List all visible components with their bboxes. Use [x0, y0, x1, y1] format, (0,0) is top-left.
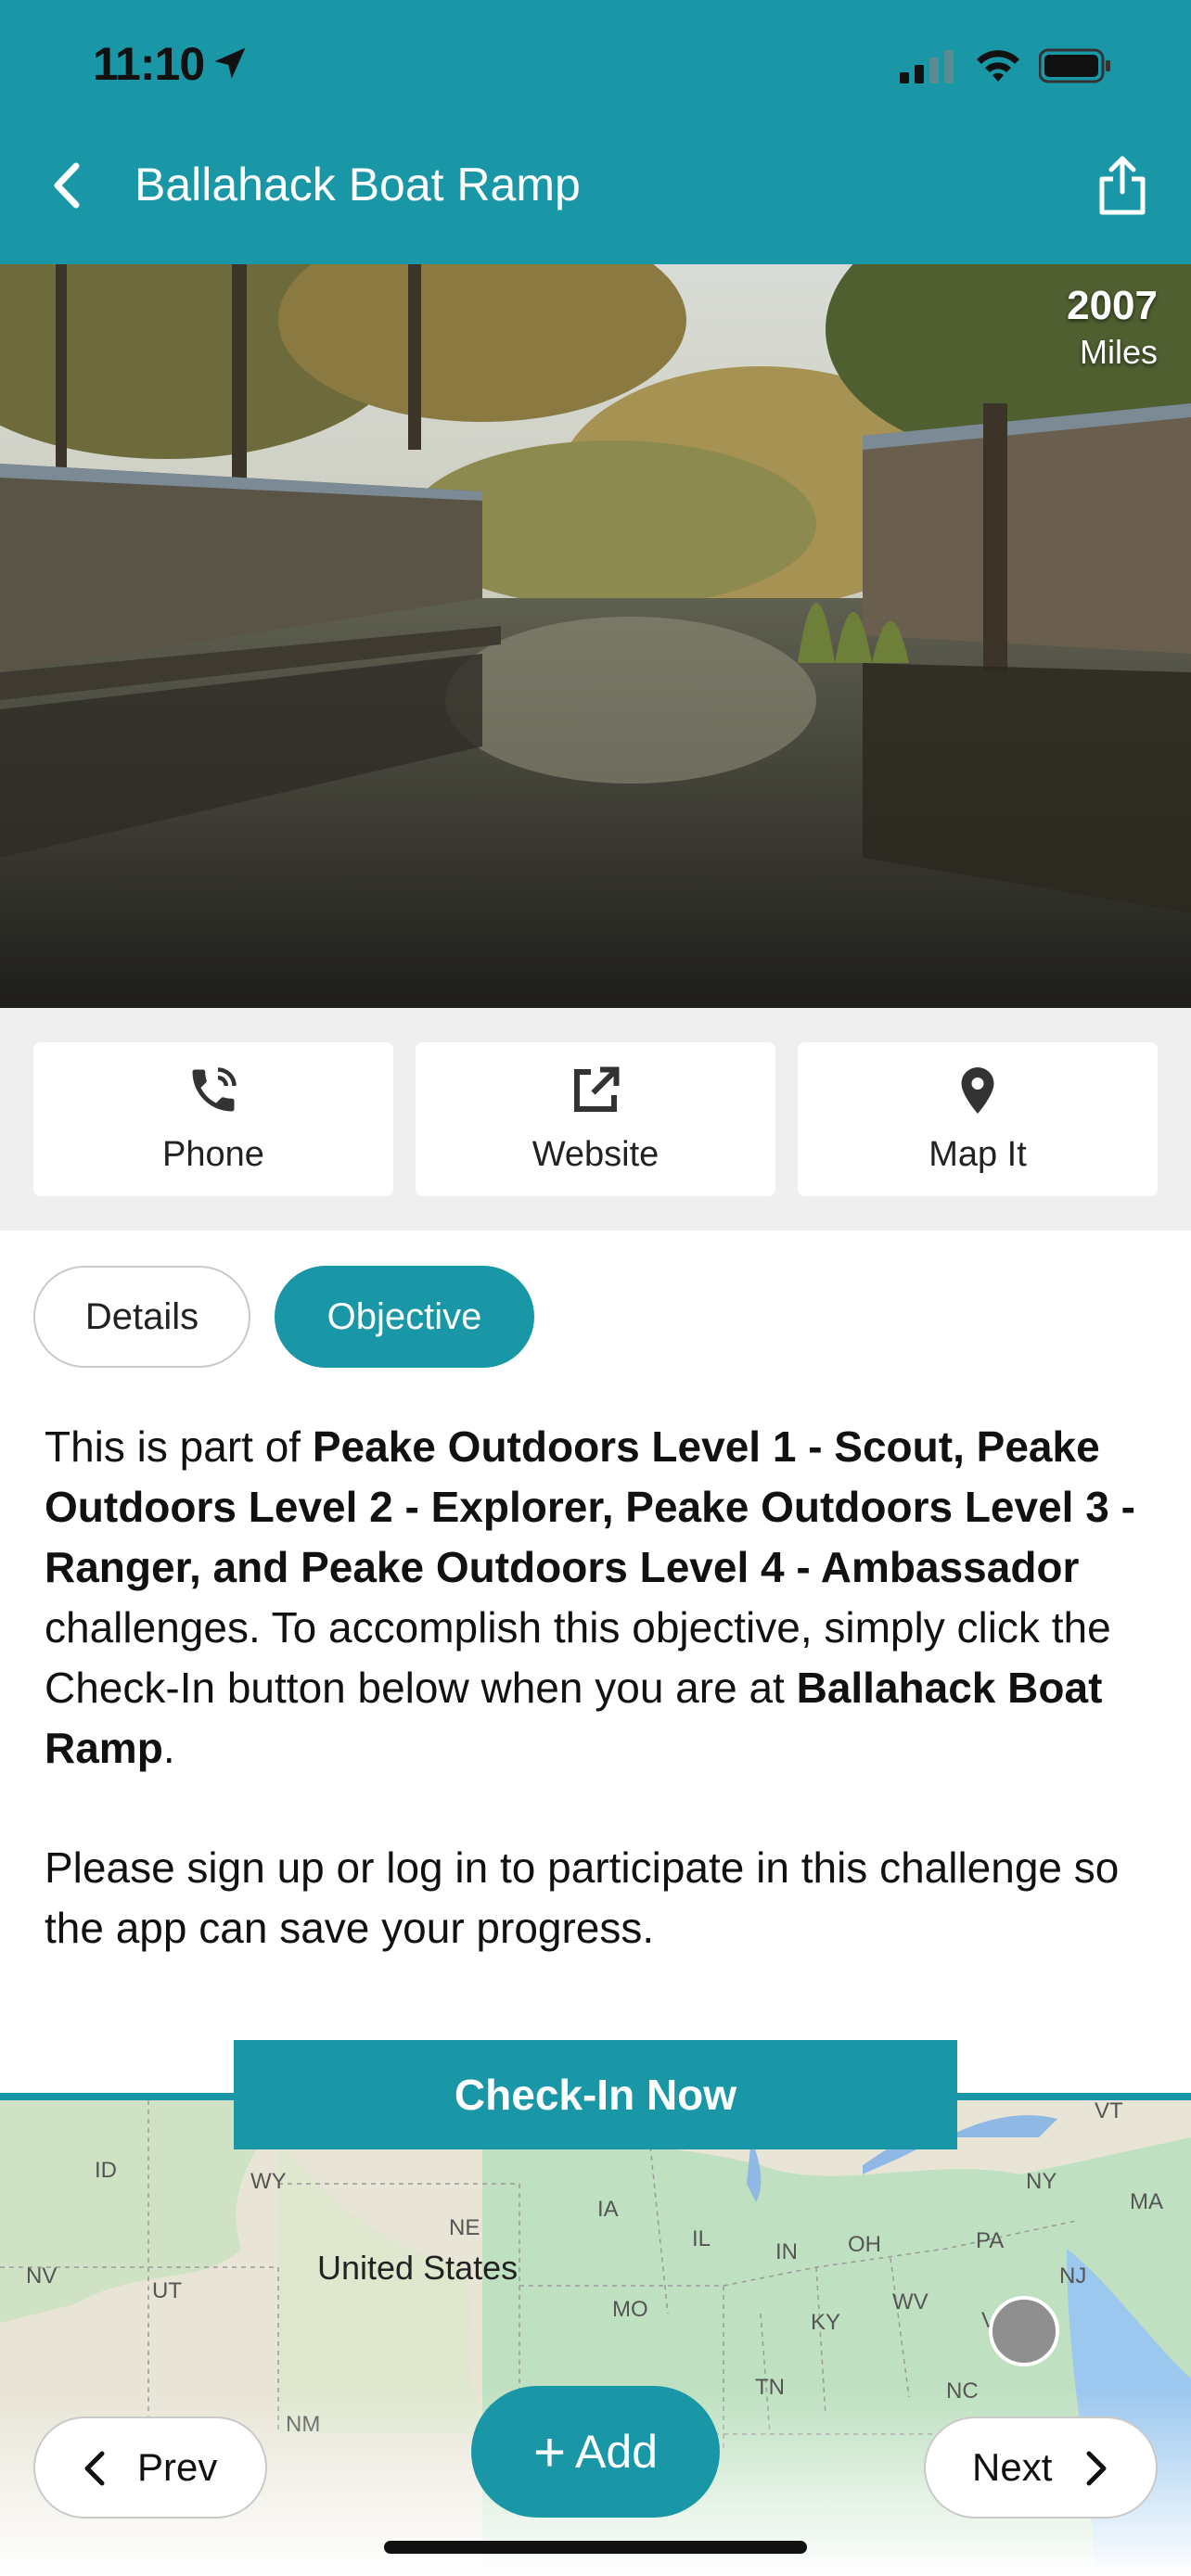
prev-label: Prev [137, 2445, 218, 2489]
map-label-oh: OH [848, 2232, 881, 2257]
app-header: 11:10 Ballahack Boat Ramp [0, 0, 1191, 264]
map-label-ky: KY [811, 2310, 841, 2335]
map-label-vt: VT [1095, 2098, 1123, 2123]
tab-details[interactable]: Details [33, 1266, 250, 1368]
distance-value: 2007 [1067, 283, 1158, 328]
map-label-il: IL [692, 2226, 711, 2251]
objective-text-intro: This is part of [45, 1422, 313, 1471]
next-button[interactable]: Next [924, 2417, 1158, 2519]
location-photo: 2007 Miles [0, 264, 1191, 1008]
map-label-wy: WY [250, 2169, 287, 2194]
plus-icon: + [532, 2421, 567, 2483]
distance-unit: Miles [1079, 333, 1158, 371]
boat-ramp-photo [0, 264, 1191, 1008]
add-label: Add [575, 2426, 658, 2478]
phone-icon [192, 1067, 237, 1112]
map-label-mo: MO [612, 2297, 648, 2322]
page-title: Ballahack Boat Ramp [134, 159, 581, 210]
map-label-ut: UT [152, 2278, 182, 2303]
tab-objective[interactable]: Objective [275, 1266, 534, 1368]
map-it-label: Map It [928, 1135, 1027, 1174]
website-label: Website [531, 1135, 660, 1174]
wifi-icon [977, 50, 1019, 82]
map-label-ma: MA [1130, 2189, 1163, 2214]
map-label-wv: WV [892, 2289, 928, 2315]
next-label: Next [972, 2445, 1053, 2489]
distance-badge: 2007 Miles [1067, 283, 1158, 372]
map-label-nj: NJ [1059, 2264, 1087, 2289]
battery-icon [1039, 48, 1110, 83]
map-label-id: ID [95, 2158, 117, 2183]
check-in-button[interactable]: Check-In Now [234, 2040, 957, 2149]
location-marker-icon[interactable] [989, 2296, 1059, 2366]
objective-paragraph: This is part of Peake Outdoors Level 1 -… [45, 1417, 1158, 1779]
map-label-ne: NE [449, 2215, 480, 2240]
phone-button[interactable]: Phone [33, 1042, 393, 1196]
home-indicator [384, 2541, 807, 2554]
location-arrow-icon [214, 47, 246, 79]
back-chevron-icon[interactable] [45, 153, 91, 218]
external-link-icon [574, 1066, 620, 1112]
signup-prompt: Please sign up or log in to participate … [45, 1843, 1120, 1952]
map-label-pa: PA [976, 2228, 1005, 2253]
phone-label: Phone [162, 1135, 264, 1174]
map-label-ia: IA [597, 2197, 619, 2222]
action-bar: Phone Website Map It [0, 1008, 1191, 1231]
map-label-nv: NV [26, 2264, 58, 2289]
cellular-signal-icon [900, 50, 954, 83]
map-it-button[interactable]: Map It [798, 1042, 1158, 1196]
status-bar: 11:10 [0, 37, 1191, 96]
chevron-right-icon [1086, 2451, 1107, 2486]
prev-button[interactable]: Prev [33, 2417, 267, 2519]
objective-text-end: . [162, 1724, 175, 1772]
website-button[interactable]: Website [416, 1042, 775, 1196]
map-label-country: United States [317, 2249, 519, 2287]
map-pin-icon [961, 1067, 994, 1114]
chevron-left-icon [84, 2451, 105, 2486]
map-label-in: IN [775, 2239, 798, 2264]
add-button[interactable]: + Add [471, 2386, 720, 2518]
status-time: 11:10 [93, 38, 205, 90]
share-icon[interactable] [1095, 153, 1150, 218]
map-label-ny: NY [1026, 2169, 1057, 2194]
